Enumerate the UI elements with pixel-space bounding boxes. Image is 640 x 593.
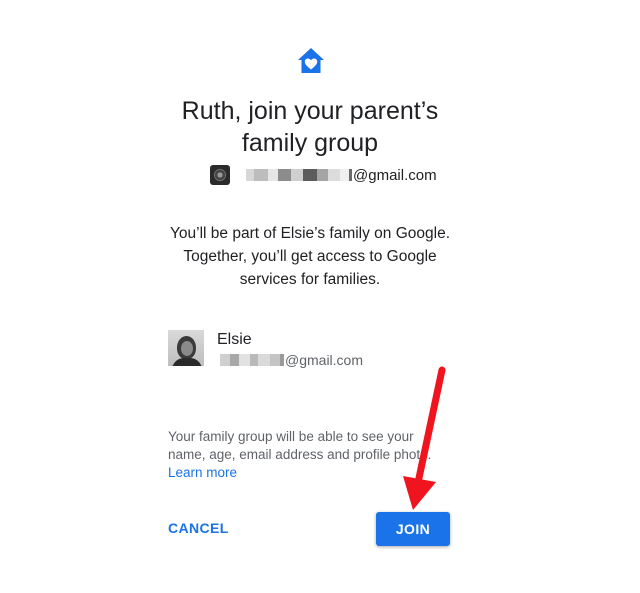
page-title: Ruth, join your parent’s family group xyxy=(120,95,500,159)
redacted-parent-email-prefix xyxy=(220,354,284,366)
join-button[interactable]: JOIN xyxy=(376,512,450,546)
family-home-heart-icon xyxy=(298,48,324,73)
annotation-arrow xyxy=(403,366,446,510)
parent-account-row: Elsie @gmail.com xyxy=(168,330,363,368)
description-line-3: services for families. xyxy=(239,271,381,288)
description-line-2: Together, you’ll get access to Google xyxy=(183,248,437,265)
cancel-button[interactable]: CANCEL xyxy=(168,520,229,536)
account-avatar xyxy=(210,165,230,185)
account-email: @gmail.com xyxy=(353,166,437,184)
title-line-1: Ruth, join your parent’s xyxy=(181,97,439,125)
description-line-1: You’ll be part of Elsie’s family on Goog… xyxy=(169,225,451,242)
privacy-note-line-1: Your family group will be able to see yo… xyxy=(168,429,414,444)
parent-email: @gmail.com xyxy=(285,352,364,368)
parent-info: Elsie @gmail.com xyxy=(217,330,363,368)
parent-avatar xyxy=(168,330,204,366)
parent-email-row: @gmail.com xyxy=(217,352,363,368)
signed-in-account: @gmail.com xyxy=(210,164,437,186)
privacy-note: Your family group will be able to see yo… xyxy=(168,428,458,482)
learn-more-link[interactable]: Learn more xyxy=(168,464,458,482)
privacy-note-line-2: name, age, email address and profile pho… xyxy=(168,447,432,462)
parent-name: Elsie xyxy=(217,331,252,348)
title-line-2: family group xyxy=(241,129,379,157)
invite-description: You’ll be part of Elsie’s family on Goog… xyxy=(150,222,470,291)
redacted-email-prefix xyxy=(246,169,352,181)
